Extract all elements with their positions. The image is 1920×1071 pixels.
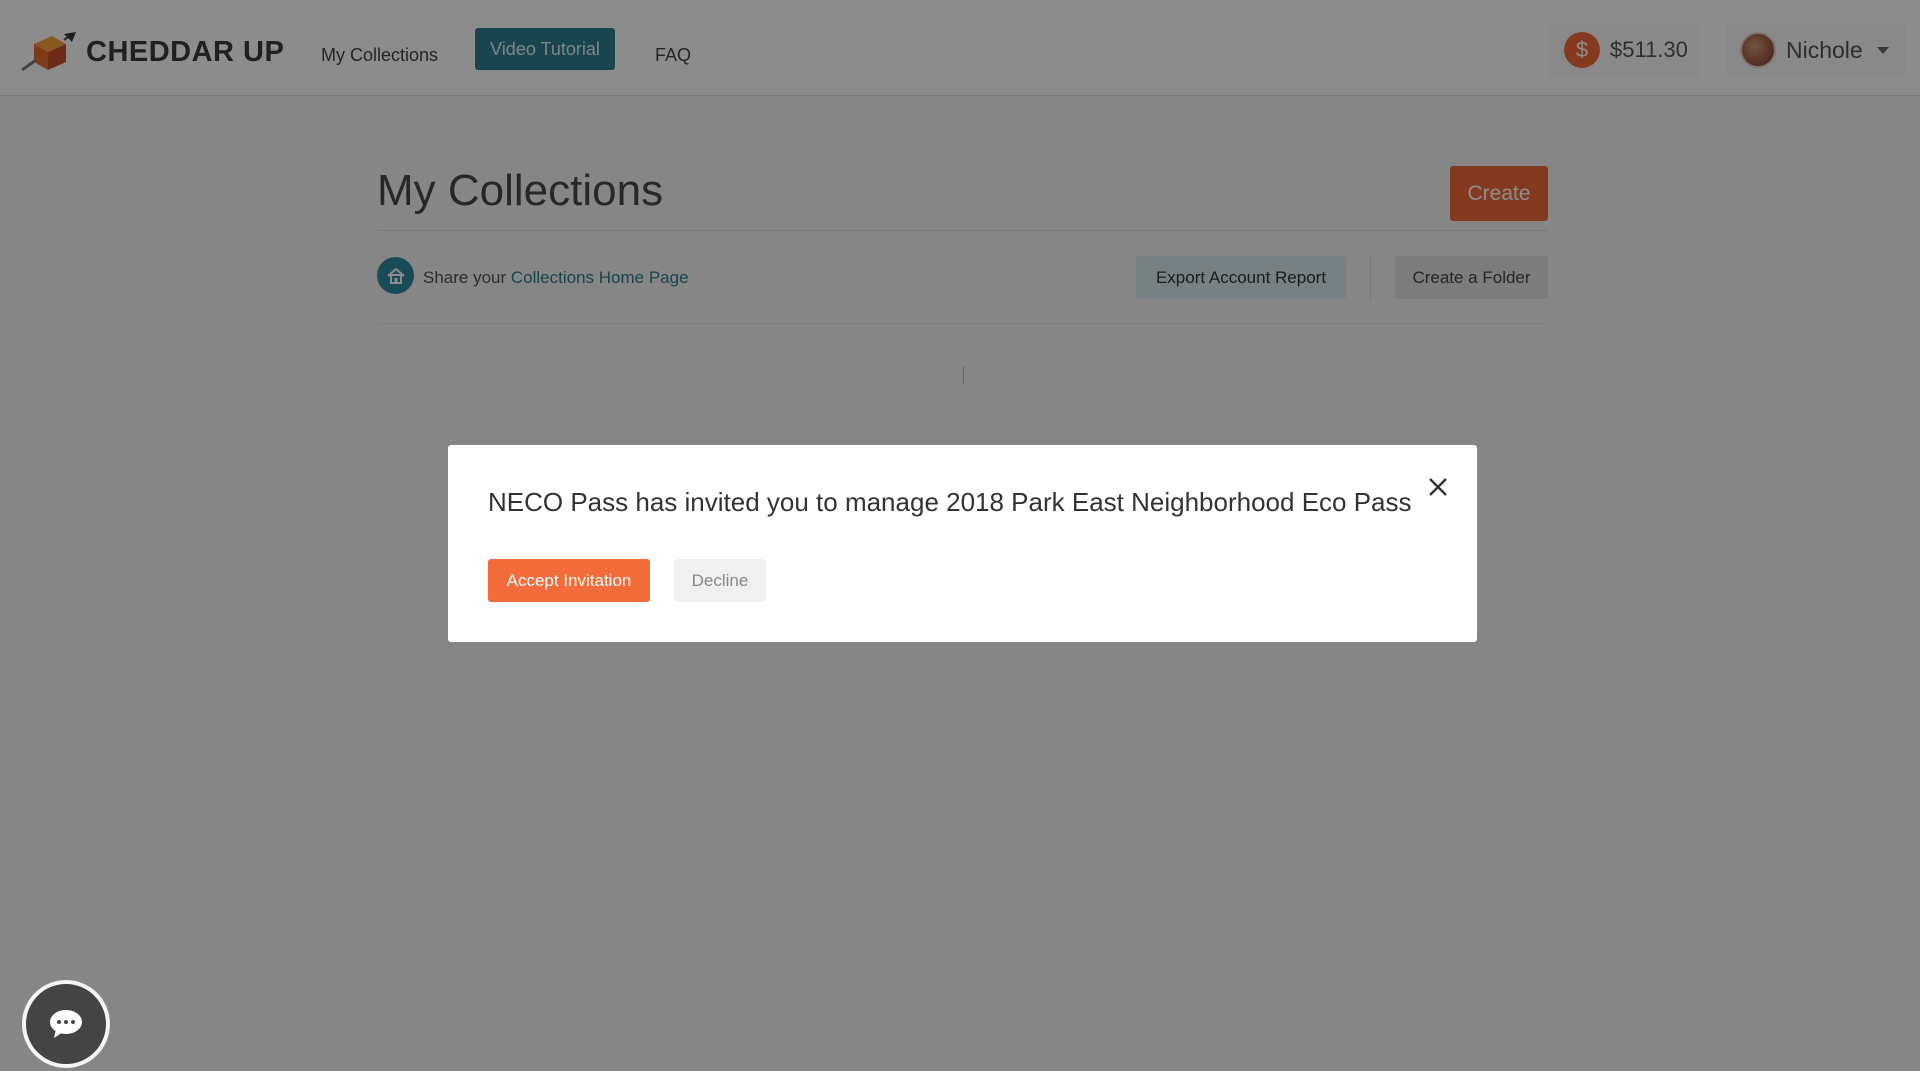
invitation-message: NECO Pass has invited you to manage 2018…	[488, 487, 1412, 517]
chat-launcher[interactable]	[22, 980, 110, 1068]
decline-button[interactable]: Decline	[674, 559, 766, 602]
app-frame: CHEDDAR UP My Collections Video Tutorial…	[0, 0, 1920, 1071]
accept-invitation-button[interactable]: Accept Invitation	[488, 559, 650, 602]
chat-icon	[50, 1010, 82, 1038]
close-icon[interactable]	[1426, 475, 1450, 499]
invitation-modal: NECO Pass has invited you to manage 2018…	[448, 445, 1477, 642]
